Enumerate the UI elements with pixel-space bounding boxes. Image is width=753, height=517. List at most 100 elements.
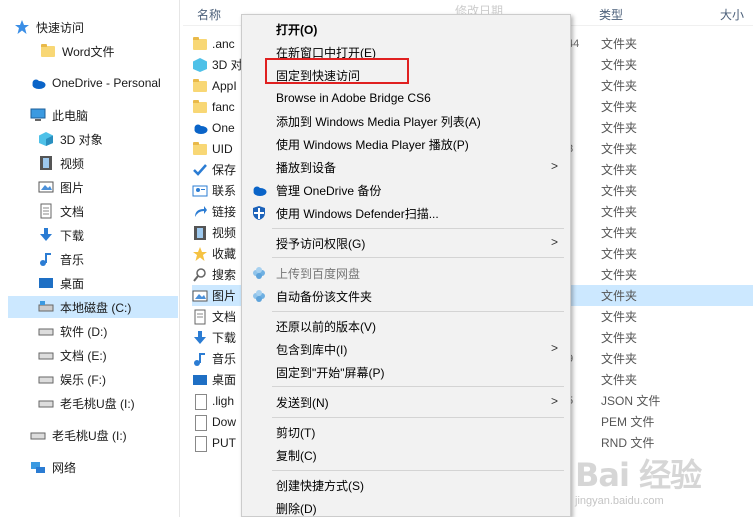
file-type: 文件夹 xyxy=(601,373,638,387)
nav-label: Word文件 xyxy=(62,44,115,59)
menu-label: 复制(C) xyxy=(276,448,317,463)
drive-icon xyxy=(38,299,54,315)
file-type: 文件夹 xyxy=(601,310,638,324)
download-icon xyxy=(38,227,54,243)
nav-usb-drive-i-root[interactable]: 老毛桃U盘 (I:) xyxy=(30,424,208,446)
network-icon xyxy=(30,459,46,475)
menu-restore-previous-versions[interactable]: 还原以前的版本(V) xyxy=(242,315,570,337)
folder-icon xyxy=(192,78,208,94)
menu-label: 管理 OneDrive 备份 xyxy=(276,183,382,198)
file-type: 文件夹 xyxy=(601,163,638,177)
baidu-jingyan-watermark: Bai 经验 jingyan.baidu.com xyxy=(575,450,753,517)
nav-downloads[interactable]: 下载 xyxy=(38,224,216,246)
menu-separator xyxy=(272,257,564,258)
drive-icon xyxy=(38,323,54,339)
menu-open[interactable]: 打开(O) xyxy=(242,18,570,40)
nav-music[interactable]: 音乐 xyxy=(38,248,216,270)
menu-play-wmp[interactable]: 使用 Windows Media Player 播放(P) xyxy=(242,133,570,155)
nav-drive-c[interactable]: 本地磁盘 (C:) xyxy=(8,296,178,318)
nav-label: 图片 xyxy=(60,180,85,195)
desktop-icon xyxy=(38,275,54,291)
nav-desktop[interactable]: 桌面 xyxy=(38,272,216,294)
file-type: 文件夹 xyxy=(601,205,638,219)
nav-drive-d[interactable]: 软件 (D:) xyxy=(38,320,216,342)
nav-3d-objects[interactable]: 3D 对象 xyxy=(38,128,216,150)
nav-this-pc[interactable]: 此电脑 xyxy=(30,104,208,126)
document-icon xyxy=(38,203,54,219)
computer-icon xyxy=(30,107,46,123)
menu-include-in-library[interactable]: 包含到库中(I) > xyxy=(242,338,570,360)
menu-label: 授予访问权限(G) xyxy=(276,236,366,251)
menu-label: 发送到(N) xyxy=(276,395,329,410)
file-type: 文件夹 xyxy=(601,247,638,261)
file-type: 文件夹 xyxy=(601,184,638,198)
film-icon xyxy=(38,155,54,171)
file-type: 文件夹 xyxy=(601,268,638,282)
nav-label: 软件 (D:) xyxy=(60,324,108,339)
nav-usb-drive-i[interactable]: 老毛桃U盘 (I:) xyxy=(38,392,216,414)
header-type[interactable]: 类型 xyxy=(599,6,623,23)
menu-manage-onedrive-backup[interactable]: 管理 OneDrive 备份 xyxy=(242,179,570,201)
chevron-right-icon: > xyxy=(550,159,558,173)
menu-label: 打开(O) xyxy=(276,22,318,37)
nav-network[interactable]: 网络 xyxy=(30,456,208,478)
context-menu: 打开(O) 在新窗口中打开(E) 固定到快速访问 Browse in Adobe… xyxy=(241,14,571,517)
menu-upload-baidu[interactable]: 上传到百度网盘 xyxy=(242,262,570,284)
file-type: 文件夹 xyxy=(601,37,638,51)
menu-separator xyxy=(272,470,564,471)
menu-auto-backup-folder[interactable]: 自动备份该文件夹 xyxy=(242,285,570,307)
navigation-pane: 快速访问 Word文件 OneDrive - Personal 此电脑 3D 对… xyxy=(0,0,180,517)
file-type: 文件夹 xyxy=(601,289,638,303)
file-type: 文件夹 xyxy=(601,226,638,240)
menu-pin-to-start[interactable]: 固定到"开始"屏幕(P) xyxy=(242,361,570,383)
folder-icon xyxy=(40,43,56,59)
nav-label: 视频 xyxy=(60,156,85,171)
search-icon xyxy=(192,267,208,283)
file-icon xyxy=(192,435,208,452)
menu-copy[interactable]: 复制(C) xyxy=(242,444,570,466)
nav-label: 文档 xyxy=(60,204,85,219)
cloud-icon xyxy=(192,120,208,136)
nav-videos[interactable]: 视频 xyxy=(38,152,216,174)
nav-label: 音乐 xyxy=(60,252,85,267)
menu-label: 上传到百度网盘 xyxy=(276,266,361,281)
menu-delete[interactable]: 删除(D) xyxy=(242,497,570,517)
file-type: 文件夹 xyxy=(601,121,638,135)
download-icon xyxy=(192,330,208,346)
nav-quick-access[interactable]: 快速访问 xyxy=(14,16,192,38)
chevron-right-icon: > xyxy=(550,341,558,355)
nav-drive-e[interactable]: 文档 (E:) xyxy=(38,344,216,366)
menu-defender-scan[interactable]: 使用 Windows Defender扫描... xyxy=(242,202,570,224)
nav-pictures[interactable]: 图片 xyxy=(38,176,216,198)
menu-cast-to-device[interactable]: 播放到设备 > xyxy=(242,156,570,178)
menu-label: 删除(D) xyxy=(276,501,317,516)
nav-label: 老毛桃U盘 (I:) xyxy=(52,428,127,443)
star-icon xyxy=(192,246,208,262)
nav-documents[interactable]: 文档 xyxy=(38,200,216,222)
nav-drive-f[interactable]: 娱乐 (F:) xyxy=(38,368,216,390)
nav-onedrive[interactable]: OneDrive - Personal xyxy=(30,72,208,94)
music-icon xyxy=(38,251,54,267)
menu-send-to[interactable]: 发送到(N) > xyxy=(242,391,570,413)
header-size[interactable]: 大小 xyxy=(720,6,744,23)
menu-label: 剪切(T) xyxy=(276,425,316,440)
menu-create-shortcut[interactable]: 创建快捷方式(S) xyxy=(242,474,570,496)
document-icon xyxy=(192,309,208,325)
menu-label: 使用 Windows Defender扫描... xyxy=(276,206,439,221)
menu-separator xyxy=(272,417,564,418)
watermark-brand: Bai 经验 xyxy=(575,456,702,494)
header-name[interactable]: 名称 xyxy=(197,6,221,23)
menu-label: 播放到设备 xyxy=(276,160,337,175)
nav-label: 快速访问 xyxy=(36,20,85,35)
file-type: PEM 文件 xyxy=(601,415,655,429)
menu-grant-access[interactable]: 授予访问权限(G) > xyxy=(242,232,570,254)
cloud-icon xyxy=(30,75,46,91)
file-type: JSON 文件 xyxy=(601,394,661,408)
annotation-highlight-box xyxy=(265,58,409,84)
menu-browse-adobe-bridge[interactable]: Browse in Adobe Bridge CS6 xyxy=(242,87,570,109)
menu-separator xyxy=(272,386,564,387)
menu-cut[interactable]: 剪切(T) xyxy=(242,421,570,443)
picture-icon xyxy=(192,288,208,304)
menu-add-wmp-list[interactable]: 添加到 Windows Media Player 列表(A) xyxy=(242,110,570,132)
link-icon xyxy=(192,204,208,220)
